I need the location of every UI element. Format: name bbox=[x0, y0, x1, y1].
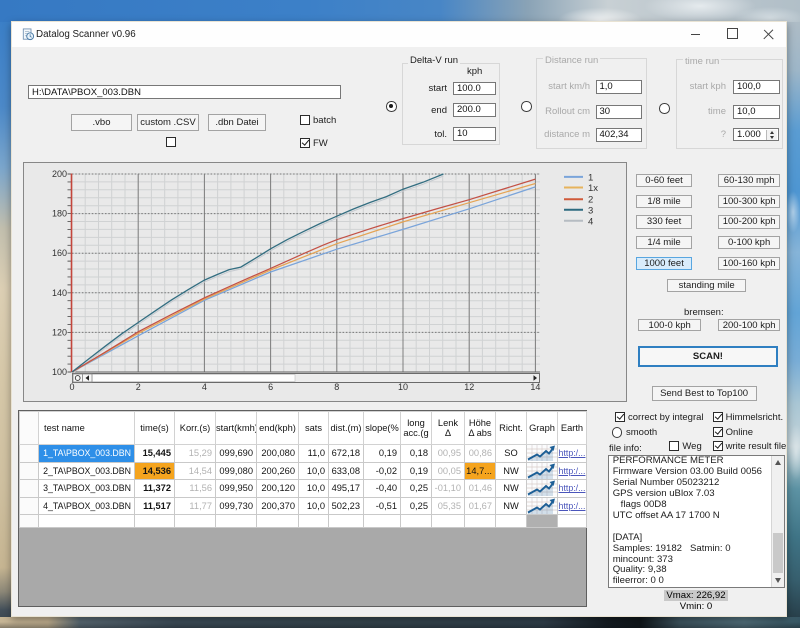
svg-text:160: 160 bbox=[52, 248, 67, 258]
svg-text:12: 12 bbox=[464, 382, 474, 392]
svg-text:120: 120 bbox=[52, 327, 67, 337]
svg-text:8: 8 bbox=[334, 382, 339, 392]
svg-text:2: 2 bbox=[136, 382, 141, 392]
svg-text:4: 4 bbox=[202, 382, 207, 392]
svg-text:4: 4 bbox=[588, 216, 593, 227]
svg-text:200: 200 bbox=[52, 169, 67, 179]
svg-text:1: 1 bbox=[588, 172, 593, 183]
svg-text:180: 180 bbox=[52, 209, 67, 219]
svg-text:10: 10 bbox=[398, 382, 408, 392]
svg-text:0: 0 bbox=[69, 382, 74, 392]
svg-text:1x: 1x bbox=[588, 183, 598, 194]
svg-text:2: 2 bbox=[588, 195, 593, 206]
svg-text:14: 14 bbox=[530, 382, 540, 392]
svg-text:100: 100 bbox=[52, 367, 67, 377]
svg-text:3: 3 bbox=[588, 205, 593, 216]
svg-text:6: 6 bbox=[268, 382, 273, 392]
svg-text:140: 140 bbox=[52, 288, 67, 298]
